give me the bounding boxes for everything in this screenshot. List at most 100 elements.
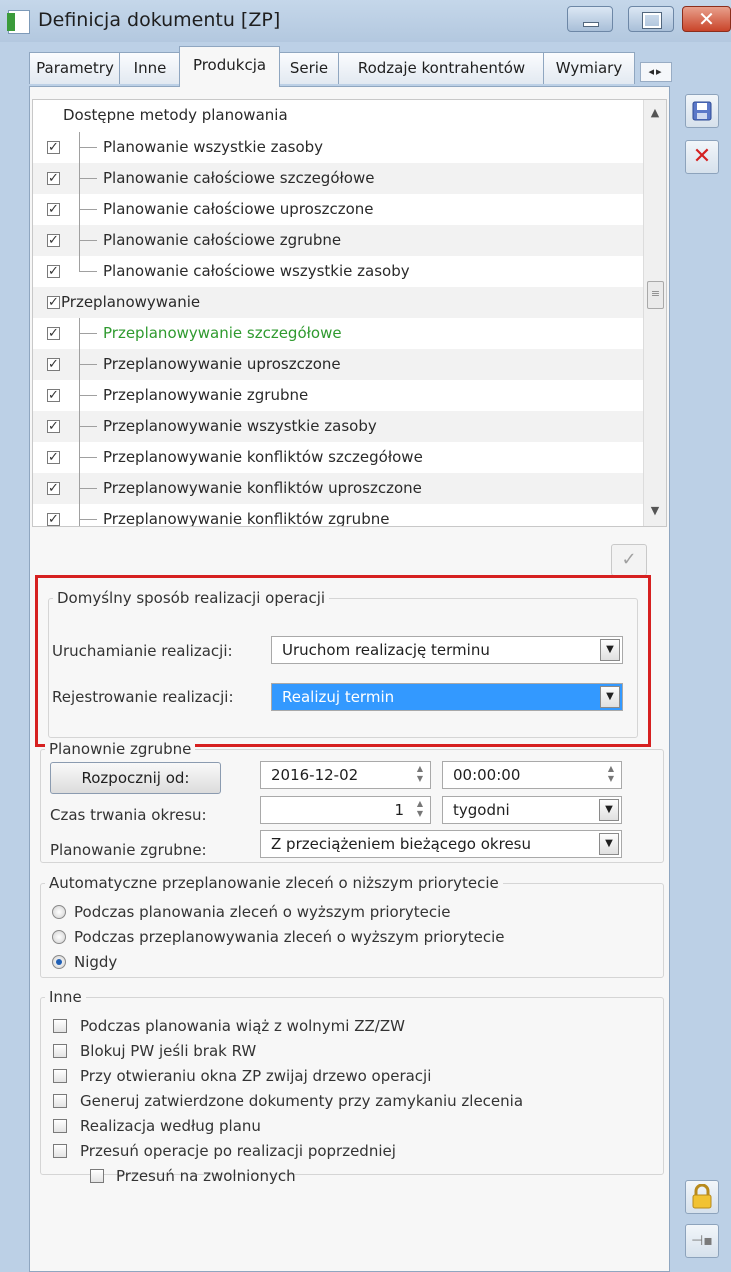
method-label: Przeplanowywanie wszystkie zasoby bbox=[103, 417, 377, 435]
spin-arrows-icon[interactable]: ▲ ▼ bbox=[603, 764, 619, 786]
rough-planning-label: Planowanie zgrubne: bbox=[50, 841, 207, 859]
method-row[interactable]: ✓ Przeplanowywanie uproszczone bbox=[33, 349, 645, 380]
tab-serie[interactable]: Serie bbox=[278, 52, 340, 84]
tab-scroll-arrows[interactable]: ◂▸ bbox=[640, 62, 672, 82]
pin-button[interactable]: ⊣▪ bbox=[685, 1224, 719, 1258]
planning-methods-tree: Dostępne metody planowania ✓ Planowanie … bbox=[32, 99, 667, 527]
scroll-thumb[interactable]: ≡ bbox=[647, 281, 664, 309]
save-icon bbox=[692, 101, 712, 121]
spin-arrows-icon[interactable]: ▲ ▼ bbox=[412, 799, 428, 821]
tab-wymiary[interactable]: Wymiary bbox=[543, 52, 635, 84]
period-label: Czas trwania okresu: bbox=[50, 806, 207, 824]
register-realization-select[interactable]: Realizuj termin ▼ bbox=[271, 683, 623, 711]
rough-planning-select[interactable]: Z przeciążeniem bieżącego okresu ▼ bbox=[260, 830, 622, 858]
checkbox-generate-approved[interactable] bbox=[53, 1094, 67, 1108]
method-row[interactable]: ✓ Planowanie całościowe szczegółowe bbox=[33, 163, 645, 194]
cancel-button[interactable]: ✕ bbox=[685, 140, 719, 174]
method-checkbox[interactable]: ✓ bbox=[47, 420, 60, 433]
maximize-button[interactable] bbox=[628, 6, 674, 32]
tree-line bbox=[79, 240, 97, 241]
rough-planning-legend: Planownie zgrubne bbox=[45, 739, 196, 759]
method-checkbox[interactable]: ✓ bbox=[47, 389, 60, 402]
save-button[interactable] bbox=[685, 94, 719, 128]
method-checkbox[interactable]: ✓ bbox=[47, 234, 60, 247]
close-button[interactable]: ✕ bbox=[682, 6, 731, 32]
checkbox-bind-zz-zw[interactable] bbox=[53, 1019, 67, 1033]
start-realization-value: Uruchom realizację terminu bbox=[282, 641, 490, 659]
method-checkbox[interactable]: ✓ bbox=[47, 203, 60, 216]
radio-during-planning[interactable] bbox=[52, 905, 66, 919]
method-row[interactable]: ✓ Planowanie wszystkie zasoby bbox=[33, 132, 645, 163]
checkbox-collapse-tree[interactable] bbox=[53, 1069, 67, 1083]
tab-bar: Parametry Inne Produkcja Serie Rodzaje k… bbox=[29, 46, 670, 87]
method-label: Planowanie całościowe szczegółowe bbox=[103, 169, 375, 187]
method-row[interactable]: ✓ Planowanie całościowe zgrubne bbox=[33, 225, 645, 256]
title-bar[interactable]: Definicja dokumentu [ZP] ✕ bbox=[0, 0, 731, 42]
method-checkbox[interactable]: ✓ bbox=[47, 513, 60, 526]
pin-icon: ⊣▪ bbox=[691, 1233, 713, 1249]
radio-during-planning-label: Podczas planowania zleceń o wyższym prio… bbox=[74, 903, 451, 921]
start-from-button[interactable]: Rozpocznij od: bbox=[50, 762, 221, 794]
method-row[interactable]: ✓ Planowanie całościowe wszystkie zasoby bbox=[33, 256, 645, 287]
method-label: Przeplanowywanie uproszczone bbox=[103, 355, 341, 373]
tab-rodzaje-kontrahentow[interactable]: Rodzaje kontrahentów bbox=[338, 52, 545, 84]
app-icon bbox=[7, 10, 30, 34]
period-value: 1 bbox=[394, 801, 404, 819]
other-legend: Inne bbox=[45, 987, 86, 1007]
register-realization-value: Realizuj termin bbox=[282, 688, 395, 706]
lock-button[interactable] bbox=[685, 1180, 719, 1214]
scroll-up-arrow[interactable]: ▲ bbox=[644, 106, 666, 119]
method-checkbox[interactable]: ✓ bbox=[47, 141, 60, 154]
minimize-button[interactable] bbox=[567, 6, 613, 32]
auto-replanning-legend: Automatyczne przeplanowanie zleceń o niż… bbox=[45, 873, 503, 893]
method-checkbox[interactable]: ✓ bbox=[47, 265, 60, 278]
method-label: Planowanie całościowe wszystkie zasoby bbox=[103, 262, 410, 280]
method-row[interactable]: ✓ Przeplanowywanie konfliktów uproszczon… bbox=[33, 473, 645, 504]
method-checkbox[interactable]: ✓ bbox=[47, 451, 60, 464]
register-realization-label: Rejestrowanie realizacji: bbox=[52, 688, 234, 706]
radio-during-replanning[interactable] bbox=[52, 930, 66, 944]
time-field[interactable]: 00:00:00 ▲ ▼ bbox=[442, 761, 622, 789]
method-row[interactable]: ✓ Przeplanowywanie konfliktów zgrubne bbox=[33, 504, 645, 526]
method-checkbox[interactable]: ✓ bbox=[47, 327, 60, 340]
date-field[interactable]: 2016-12-02 ▲ ▼ bbox=[260, 761, 431, 789]
method-group-row[interactable]: ✓ Przeplanowywanie bbox=[33, 287, 645, 318]
tree-line bbox=[79, 333, 97, 334]
window-title: Definicja dokumentu [ZP] bbox=[38, 9, 281, 31]
tab-parametry[interactable]: Parametry bbox=[29, 52, 121, 84]
checkbox-shift-released[interactable] bbox=[90, 1169, 104, 1183]
spin-arrows-icon[interactable]: ▲ ▼ bbox=[412, 764, 428, 786]
method-row[interactable]: ✓ Przeplanowywanie konfliktów szczegółow… bbox=[33, 442, 645, 473]
checkbox-shift-operations[interactable] bbox=[53, 1144, 67, 1158]
method-row[interactable]: ✓ Przeplanowywanie wszystkie zasoby bbox=[33, 411, 645, 442]
period-value-field[interactable]: 1 ▲ ▼ bbox=[260, 796, 431, 824]
method-checkbox[interactable]: ✓ bbox=[47, 482, 60, 495]
method-row[interactable]: ✓ Przeplanowywanie zgrubne bbox=[33, 380, 645, 411]
chevron-down-icon: ▼ bbox=[599, 799, 619, 821]
period-unit-select[interactable]: tygodni ▼ bbox=[442, 796, 622, 824]
chevron-down-icon: ▼ bbox=[600, 686, 620, 708]
checkbox-block-pw[interactable] bbox=[53, 1044, 67, 1058]
method-label: Planowanie całościowe uproszczone bbox=[103, 200, 374, 218]
default-realization-legend: Domyślny sposób realizacji operacji bbox=[53, 588, 330, 608]
tree-line bbox=[79, 395, 97, 396]
method-checkbox[interactable]: ✓ bbox=[47, 172, 60, 185]
default-realization-group: Domyślny sposób realizacji operacji Uruc… bbox=[48, 588, 638, 738]
apply-checkmark-button[interactable]: ✓ bbox=[611, 544, 647, 576]
method-checkbox[interactable]: ✓ bbox=[47, 296, 60, 309]
tree-line bbox=[79, 519, 97, 520]
method-checkbox[interactable]: ✓ bbox=[47, 358, 60, 371]
checkbox-realize-by-plan[interactable] bbox=[53, 1119, 67, 1133]
tab-produkcja[interactable]: Produkcja bbox=[179, 46, 280, 87]
start-realization-select[interactable]: Uruchom realizację terminu ▼ bbox=[271, 636, 623, 664]
scroll-down-arrow[interactable]: ▼ bbox=[644, 504, 666, 517]
tab-inne[interactable]: Inne bbox=[119, 52, 181, 84]
method-row[interactable]: ✓ Przeplanowywanie szczegółowe bbox=[33, 318, 645, 349]
date-value: 2016-12-02 bbox=[271, 766, 359, 784]
method-row[interactable]: ✓ Planowanie całościowe uproszczone bbox=[33, 194, 645, 225]
methods-scrollbar[interactable]: ▲ ≡ ▼ bbox=[643, 100, 666, 526]
highlight-frame: Domyślny sposób realizacji operacji Uruc… bbox=[35, 575, 651, 747]
checkbox-generate-approved-label: Generuj zatwierdzone dokumenty przy zamy… bbox=[80, 1092, 524, 1110]
method-label: Przeplanowywanie zgrubne bbox=[103, 386, 309, 404]
radio-never[interactable] bbox=[52, 955, 66, 969]
